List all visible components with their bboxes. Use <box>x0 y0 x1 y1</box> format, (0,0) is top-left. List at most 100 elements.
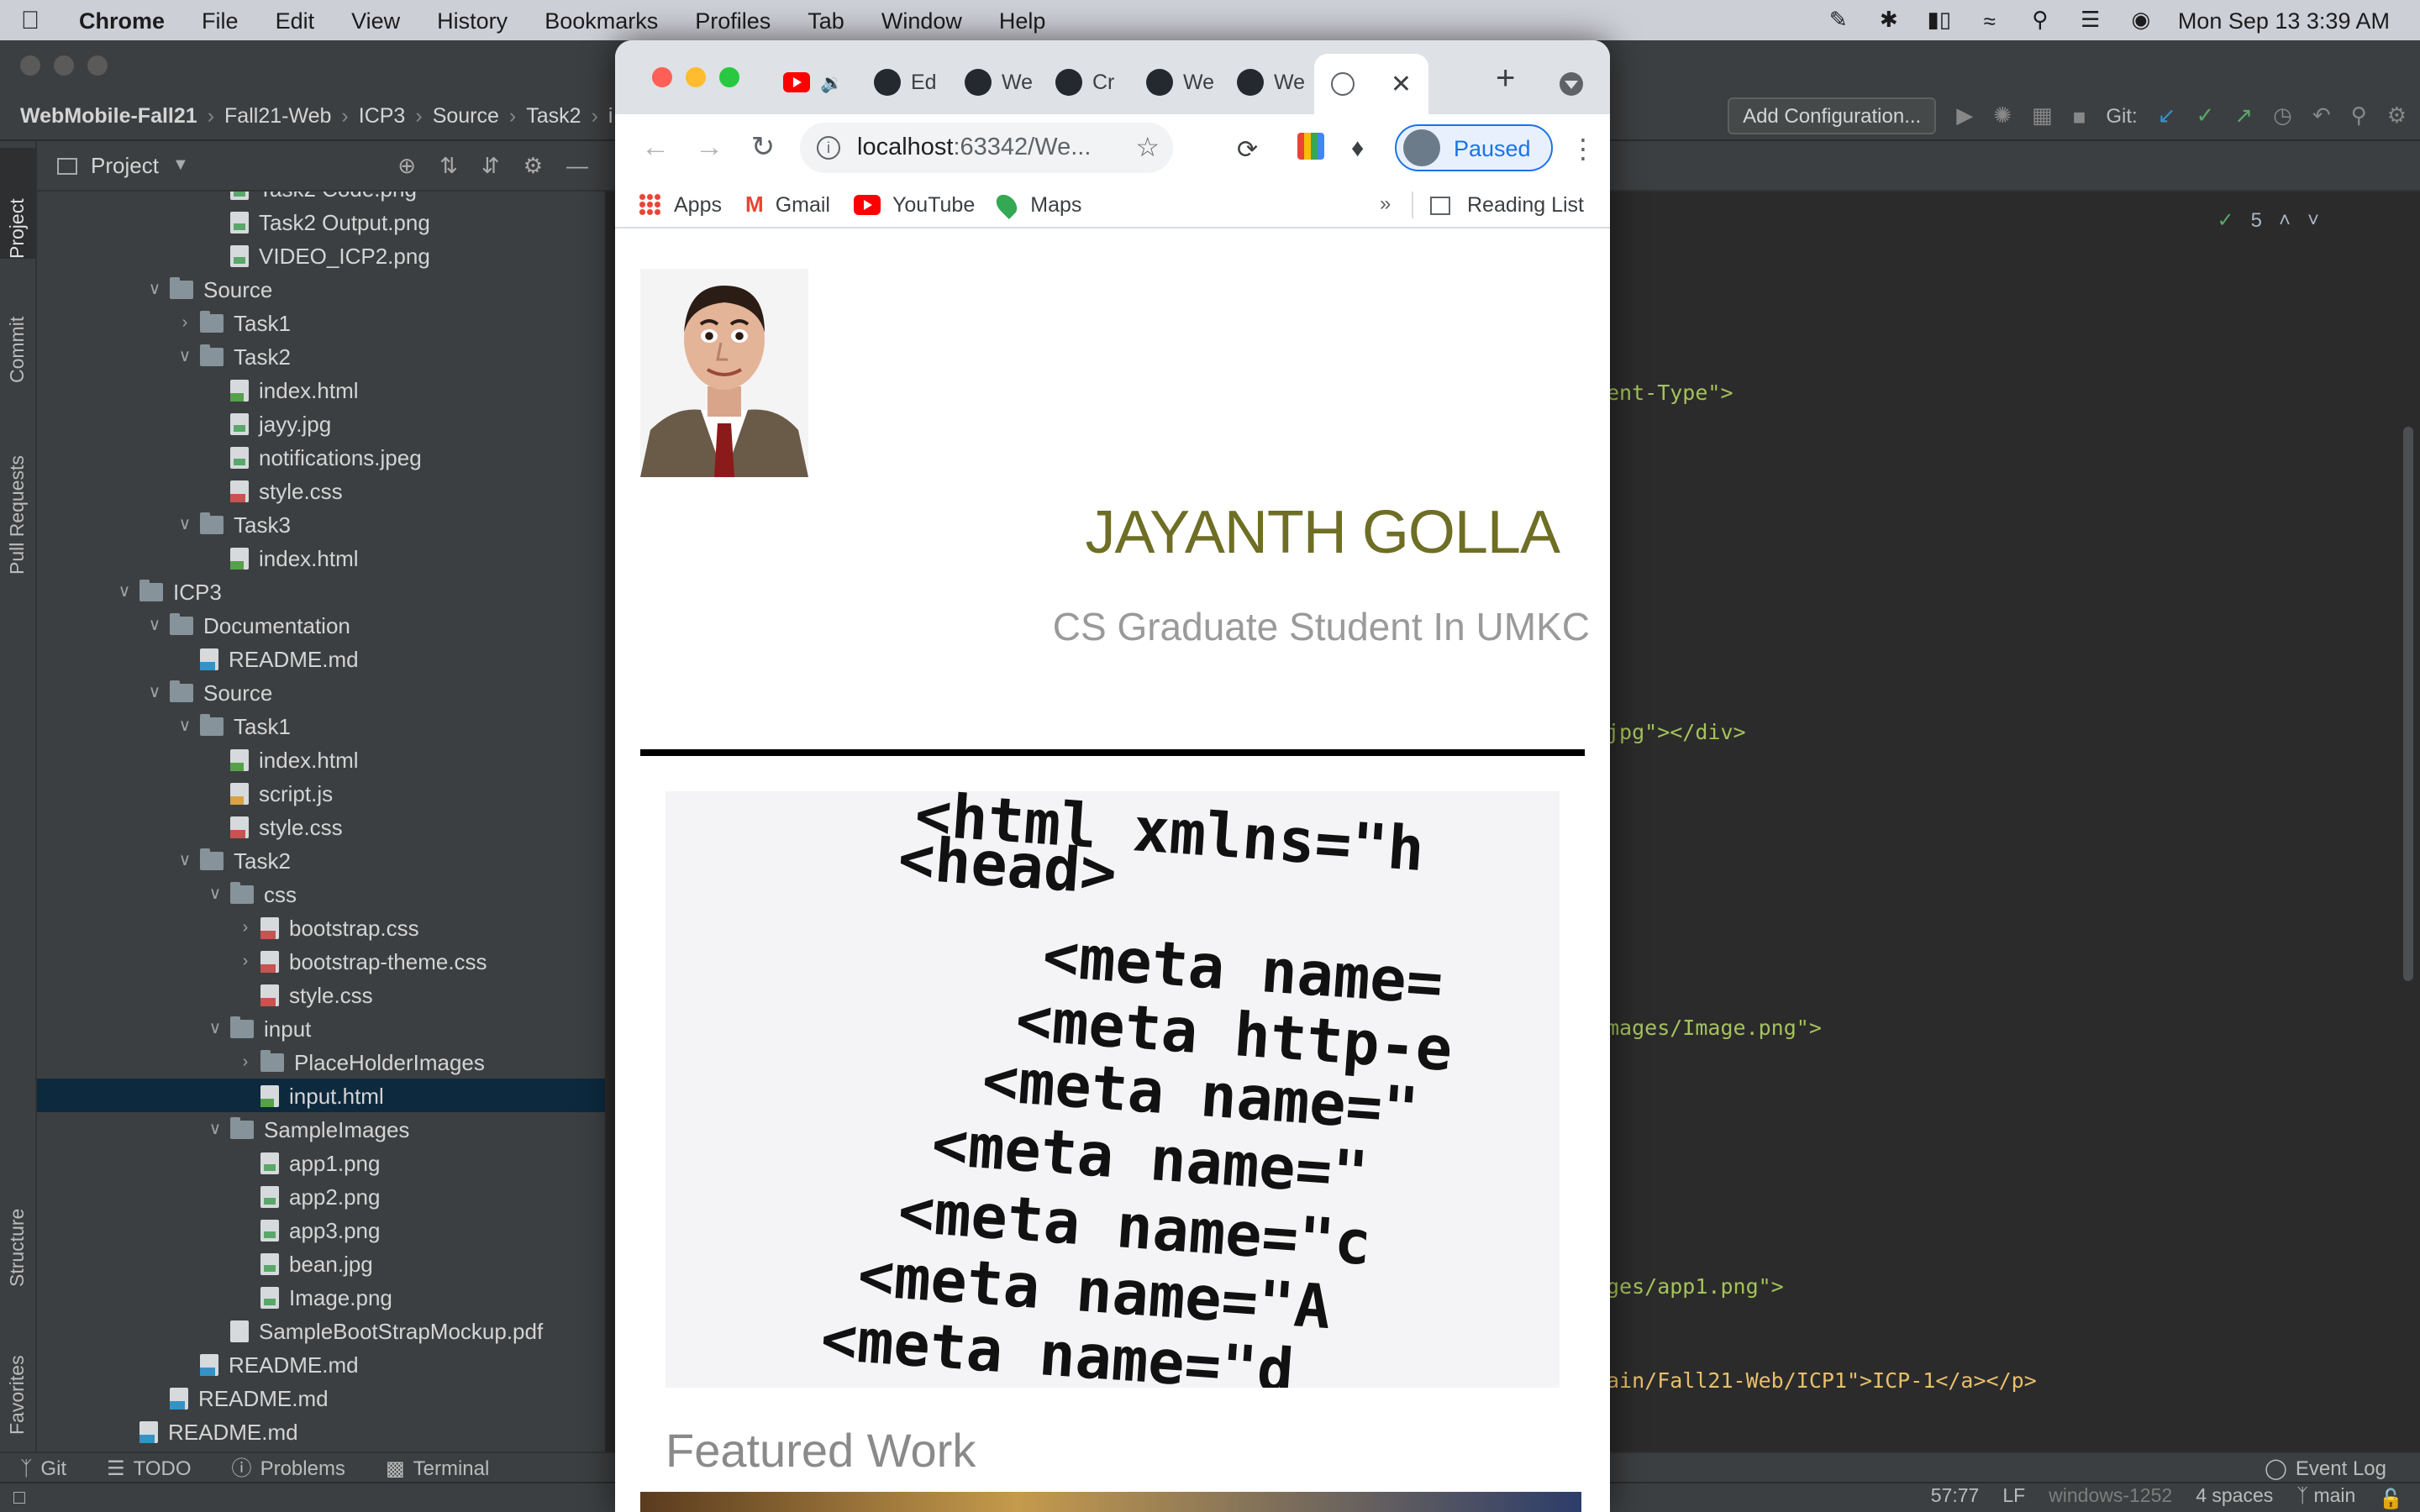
breadcrumb-item[interactable]: Source <box>433 103 499 127</box>
speaker-icon[interactable]: 🔉 <box>820 71 843 93</box>
tab-github[interactable]: Cr <box>1055 64 1139 101</box>
new-tab-button[interactable]: + <box>1496 60 1515 99</box>
locate-file-icon[interactable]: ⊕ <box>397 152 416 179</box>
tree-file[interactable]: index.html <box>37 743 605 776</box>
chrome-close-button[interactable] <box>652 67 672 87</box>
panel-settings-gear-icon[interactable]: ⚙ <box>523 152 543 179</box>
tree-file[interactable]: VIDEO_ICP2.png <box>37 239 605 272</box>
apple-menu-icon[interactable]:  <box>0 6 60 34</box>
back-arrow-icon[interactable]: ← <box>629 131 682 165</box>
tab-search-icon[interactable] <box>1560 72 1583 96</box>
menu-file[interactable]: File <box>183 8 257 33</box>
hide-panel-icon[interactable]: — <box>566 152 588 179</box>
chrome-menu-icon[interactable]: ⋮ <box>1570 133 1597 166</box>
menu-profiles[interactable]: Profiles <box>676 8 789 33</box>
address-bar[interactable]: i localhost:63342/We... ☆ <box>800 123 1173 173</box>
tree-file[interactable]: Task2 Code.png <box>37 192 605 205</box>
chevron-right-icon[interactable]: › <box>230 918 260 937</box>
chevron-down-icon[interactable]: ∨ <box>200 1019 230 1037</box>
side-tab-pull-requests[interactable]: Pull Requests <box>0 400 37 575</box>
chevron-down-icon[interactable]: ∨ <box>139 683 170 701</box>
indent-setting[interactable]: 4 spaces <box>2196 1486 2273 1509</box>
ide-close-button[interactable] <box>20 55 40 76</box>
tree-file[interactable]: README.md <box>37 642 605 675</box>
bookmark-star-icon[interactable]: ☆ <box>1135 131 1160 165</box>
stop-icon[interactable]: ■ <box>2073 103 2086 129</box>
side-tab-project[interactable]: Project <box>0 148 37 259</box>
chevron-down-icon[interactable]: ∨ <box>200 885 230 903</box>
coverage-icon[interactable]: ▦ <box>2032 102 2053 129</box>
tree-file[interactable]: index.html <box>37 541 605 575</box>
collapse-all-icon[interactable]: ⇵ <box>481 152 500 179</box>
menu-edit[interactable]: Edit <box>257 8 334 33</box>
forward-arrow-icon[interactable]: → <box>682 131 736 165</box>
side-tab-structure[interactable]: Structure <box>0 1159 37 1287</box>
tree-folder[interactable]: ∨ Documentation <box>37 608 605 642</box>
event-log-button[interactable]: ◯ Event Log <box>2244 1456 2420 1479</box>
git-rollback-icon[interactable]: ↶ <box>2312 102 2331 129</box>
reload-icon[interactable]: ↻ <box>736 131 790 165</box>
git-tool-button[interactable]: ᛉ Git <box>0 1456 87 1479</box>
problems-tool-button[interactable]: ⓘ Problems <box>212 1453 366 1482</box>
menubar-clock[interactable]: Mon Sep 13 3:39 AM <box>2178 8 2390 33</box>
spotlight-search-icon[interactable]: ⚲ <box>2027 7 2054 32</box>
settings-gear-icon[interactable]: ⚙ <box>2387 102 2407 129</box>
tree-file[interactable]: › bootstrap-theme.css <box>37 944 605 978</box>
chevron-down-icon[interactable]: ▼ <box>172 156 189 175</box>
tree-file[interactable]: style.css <box>37 810 605 843</box>
chrome-minimize-button[interactable] <box>686 67 706 87</box>
bookmark-youtube[interactable]: YouTube <box>854 192 975 216</box>
terminal-tool-button[interactable]: ▩ Terminal <box>366 1456 509 1479</box>
side-tab-favorites[interactable]: Favorites <box>0 1307 37 1435</box>
tree-folder[interactable]: ∨ ICP3 <box>37 575 605 608</box>
bookmark-gmail[interactable]: M Gmail <box>745 192 830 217</box>
control-center-icon[interactable]: ☰ <box>2077 7 2104 32</box>
tree-folder[interactable]: ∨ Source <box>37 272 605 306</box>
tree-file[interactable]: notifications.jpeg <box>37 440 605 474</box>
tree-file[interactable]: app1.png <box>37 1146 605 1179</box>
tree-file[interactable]: index.html <box>37 373 605 407</box>
tree-file[interactable]: style.css <box>37 978 605 1011</box>
chevron-down-icon[interactable]: ∨ <box>139 280 170 298</box>
chevron-down-icon[interactable]: ∨ <box>109 582 139 601</box>
siri-icon[interactable]: ◉ <box>2128 7 2154 32</box>
tree-file[interactable]: app3.png <box>37 1213 605 1247</box>
bookmark-apps[interactable]: Apps <box>639 192 722 216</box>
mute-icon[interactable]: ✎ <box>1825 7 1852 32</box>
lock-icon[interactable]: 🔓 <box>2379 1486 2403 1509</box>
tree-folder[interactable]: › Task1 <box>37 306 605 339</box>
reading-list-button[interactable]: Reading List <box>1430 181 1584 228</box>
menu-bookmarks[interactable]: Bookmarks <box>526 8 676 33</box>
menu-app-name[interactable]: Chrome <box>60 8 183 33</box>
project-panel-title[interactable]: Project <box>91 153 159 178</box>
close-tab-icon[interactable]: ✕ <box>1391 69 1412 99</box>
chevron-right-icon[interactable]: › <box>230 1053 260 1071</box>
expand-all-icon[interactable]: ⇅ <box>439 152 458 179</box>
tree-folder[interactable]: ∨ SampleImages <box>37 1112 605 1146</box>
breadcrumb-item[interactable]: i <box>608 103 613 127</box>
tab-youtube[interactable]: 🔉 <box>783 64 864 101</box>
more-bookmarks-button[interactable]: » <box>1380 192 1391 215</box>
battery-icon[interactable]: ▮▯ <box>1926 7 1953 32</box>
tree-file[interactable]: script.js <box>37 776 605 810</box>
bluetooth-icon[interactable]: ✱ <box>1876 7 1902 32</box>
git-history-icon[interactable]: ◷ <box>2273 102 2292 129</box>
todo-tool-button[interactable]: ☰ TODO <box>87 1456 211 1479</box>
chevron-down-icon[interactable]: ∨ <box>170 851 200 869</box>
chevron-right-icon[interactable]: › <box>230 952 260 970</box>
tree-file[interactable]: bean.jpg <box>37 1247 605 1280</box>
chevron-down-icon[interactable]: ∨ <box>200 1120 230 1138</box>
file-encoding[interactable]: windows-1252 <box>2049 1486 2172 1509</box>
tree-folder[interactable]: › PlaceHolderImages <box>37 1045 605 1079</box>
tree-file[interactable]: › bootstrap.css <box>37 911 605 944</box>
git-commit-icon[interactable]: ✓ <box>2196 102 2215 129</box>
tree-file[interactable]: README.md <box>37 1415 605 1448</box>
breadcrumb-item[interactable]: ICP3 <box>359 103 406 127</box>
breadcrumb-item[interactable]: Task2 <box>526 103 581 127</box>
sync-extension-icon[interactable]: ⟳ <box>1237 134 1258 165</box>
git-branch[interactable]: ᛉ main <box>2296 1486 2355 1509</box>
menu-view[interactable]: View <box>333 8 418 33</box>
chevron-down-icon[interactable]: ∨ <box>170 717 200 735</box>
debug-icon[interactable]: ✺ <box>1993 102 2012 129</box>
tree-file[interactable]: jayy.jpg <box>37 407 605 440</box>
